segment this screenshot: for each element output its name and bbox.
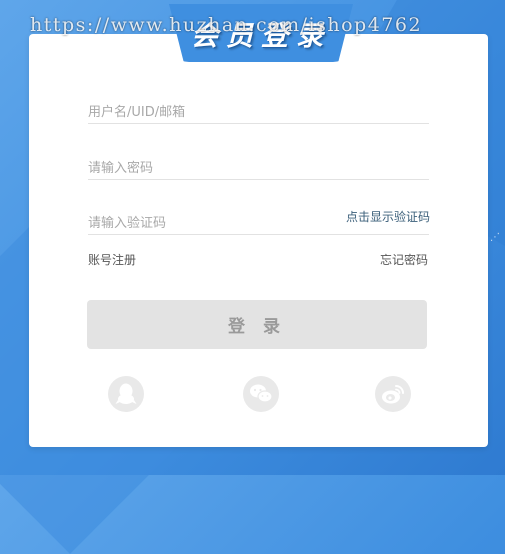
wechat-icon bbox=[250, 384, 273, 403]
username-input[interactable] bbox=[88, 101, 429, 124]
weibo-login-button[interactable] bbox=[375, 376, 411, 412]
watermark: https://www.huzhan.com/ishop4762 bbox=[30, 14, 423, 36]
forgot-password-link[interactable]: 忘记密码 bbox=[380, 251, 428, 268]
weibo-icon bbox=[382, 385, 404, 404]
qq-login-button[interactable] bbox=[108, 376, 144, 412]
register-link[interactable]: 账号注册 bbox=[88, 251, 136, 268]
qq-icon bbox=[115, 383, 137, 404]
decorative-dots: ⋰ bbox=[490, 232, 500, 243]
show-captcha-link[interactable]: 点击显示验证码 bbox=[346, 208, 430, 225]
login-button[interactable]: 登 录 bbox=[87, 300, 427, 349]
password-input[interactable] bbox=[88, 157, 429, 180]
wechat-login-button[interactable] bbox=[243, 376, 279, 412]
